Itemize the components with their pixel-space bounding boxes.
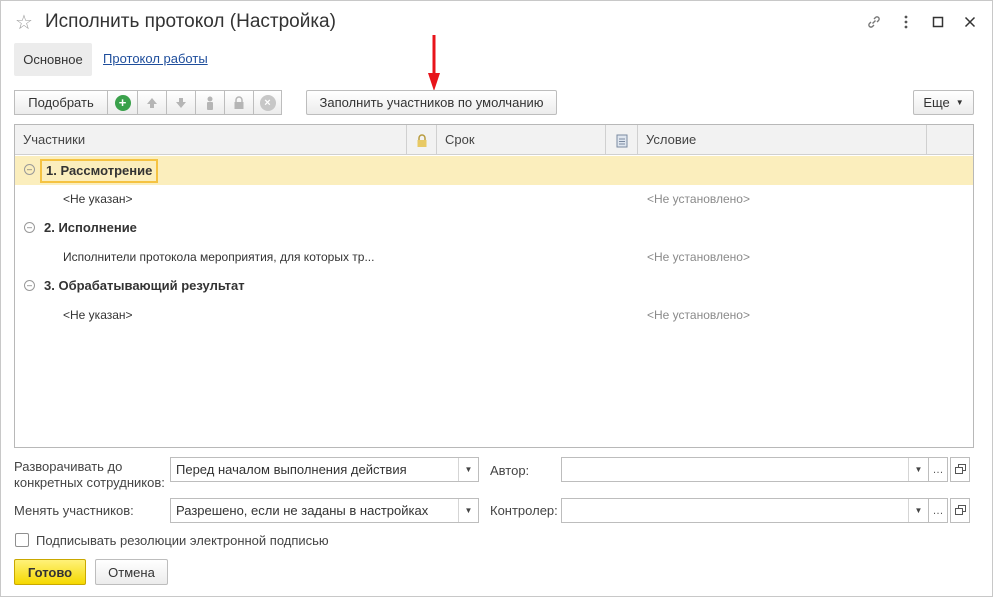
sign-checkbox-label[interactable]: Подписывать резолюции электронной подпис… <box>36 533 329 548</box>
change-participants-value: Разрешено, если не заданы в настройках <box>176 503 429 518</box>
participant-button[interactable] <box>195 90 224 115</box>
sign-checkbox[interactable] <box>15 533 29 547</box>
participants-table[interactable]: Участники Срок Условие – 1. Рассмотрение… <box>14 124 974 448</box>
lock-icon <box>417 133 426 147</box>
group-label: 2. Исполнение <box>44 220 137 235</box>
column-document[interactable] <box>606 125 638 155</box>
chevron-down-icon[interactable]: ▼ <box>908 458 928 481</box>
more-icon[interactable] <box>894 11 918 33</box>
maximize-icon[interactable] <box>926 11 950 33</box>
open-window-icon <box>954 464 966 474</box>
participant-cell: Исполнители протокола мероприятия, для к… <box>63 250 375 264</box>
controller-open-button[interactable] <box>950 498 970 523</box>
done-button[interactable]: Готово <box>14 559 86 585</box>
condition-cell: <Не установлено> <box>647 308 750 322</box>
red-arrow-annotation <box>428 35 440 91</box>
close-icon[interactable] <box>958 11 982 33</box>
chevron-down-icon[interactable]: ▼ <box>908 499 928 522</box>
expand-select-value: Перед началом выполнения действия <box>176 462 407 477</box>
arrow-down-icon <box>176 97 186 108</box>
lock-icon <box>234 95 244 109</box>
author-field[interactable]: ▼ <box>561 457 929 482</box>
document-icon <box>616 134 627 148</box>
group-label: 3. Обрабатывающий результат <box>44 278 245 293</box>
group-label: 1. Рассмотрение <box>40 159 159 183</box>
more-button[interactable]: Еще ▼ <box>913 90 974 115</box>
table-row-group[interactable]: – 1. Рассмотрение <box>15 156 973 185</box>
collapse-icon[interactable]: – <box>24 164 35 175</box>
collapse-icon[interactable]: – <box>24 280 35 291</box>
person-icon <box>207 96 213 110</box>
change-participants-select[interactable]: Разрешено, если не заданы в настройках ▼ <box>170 498 479 523</box>
delete-button[interactable]: × <box>253 90 282 115</box>
table-row[interactable]: <Не указан> <Не установлено> <box>15 301 973 330</box>
table-row[interactable]: Исполнители протокола мероприятия, для к… <box>15 243 973 272</box>
tab-work-log[interactable]: Протокол работы <box>103 51 208 66</box>
condition-cell: <Не установлено> <box>647 192 750 206</box>
arrow-up-icon <box>147 97 157 108</box>
column-lock[interactable] <box>407 125 437 155</box>
add-button[interactable]: + <box>107 90 137 115</box>
author-choose-button[interactable]: … <box>928 457 948 482</box>
window-controls <box>862 11 982 33</box>
table-header: Участники Срок Условие <box>15 125 973 155</box>
controller-label: Контролер: <box>490 503 558 518</box>
open-window-icon <box>954 505 966 515</box>
move-up-button[interactable] <box>137 90 166 115</box>
chevron-down-icon: ▼ <box>955 98 964 107</box>
expand-select[interactable]: Перед началом выполнения действия ▼ <box>170 457 479 482</box>
controller-choose-button[interactable]: … <box>928 498 948 523</box>
more-button-label: Еще <box>923 95 950 110</box>
column-term[interactable]: Срок <box>437 125 606 155</box>
chevron-down-icon[interactable]: ▼ <box>458 499 478 522</box>
dialog-window: ☆ Исполнить протокол (Настройка) Основно… <box>0 0 993 597</box>
column-condition[interactable]: Условие <box>638 125 927 155</box>
change-participants-label: Менять участников: <box>14 503 134 518</box>
window-title: Исполнить протокол (Настройка) <box>45 11 336 32</box>
cancel-button[interactable]: Отмена <box>95 559 168 585</box>
table-row[interactable]: <Не указан> <Не установлено> <box>15 185 973 214</box>
collapse-icon[interactable]: – <box>24 222 35 233</box>
participant-cell: <Не указан> <box>63 308 133 322</box>
fill-default-participants-button[interactable]: Заполнить участников по умолчанию <box>306 90 557 115</box>
participant-cell: <Не указан> <box>63 192 133 206</box>
move-down-button[interactable] <box>166 90 195 115</box>
delete-icon: × <box>259 94 276 111</box>
author-open-button[interactable] <box>950 457 970 482</box>
expand-label-line2: конкретных сотрудников: <box>14 475 165 490</box>
table-toolbar: Подобрать + × <box>14 90 282 115</box>
expand-label-line1: Разворачивать до <box>14 459 123 474</box>
star-icon[interactable]: ☆ <box>15 10 33 35</box>
table-row-group[interactable]: – 2. Исполнение <box>15 214 973 243</box>
tab-main[interactable]: Основное <box>14 43 92 76</box>
author-label: Автор: <box>490 463 530 478</box>
title-bar: ☆ Исполнить протокол (Настройка) <box>1 1 992 43</box>
pick-button[interactable]: Подобрать <box>14 90 107 115</box>
chevron-down-icon[interactable]: ▼ <box>458 458 478 481</box>
table-row-group[interactable]: – 3. Обрабатывающий результат <box>15 272 973 301</box>
lock-button[interactable] <box>224 90 253 115</box>
controller-field[interactable]: ▼ <box>561 498 929 523</box>
column-participants[interactable]: Участники <box>15 125 407 155</box>
add-icon: + <box>114 94 131 111</box>
link-icon[interactable] <box>862 11 886 33</box>
condition-cell: <Не установлено> <box>647 250 750 264</box>
